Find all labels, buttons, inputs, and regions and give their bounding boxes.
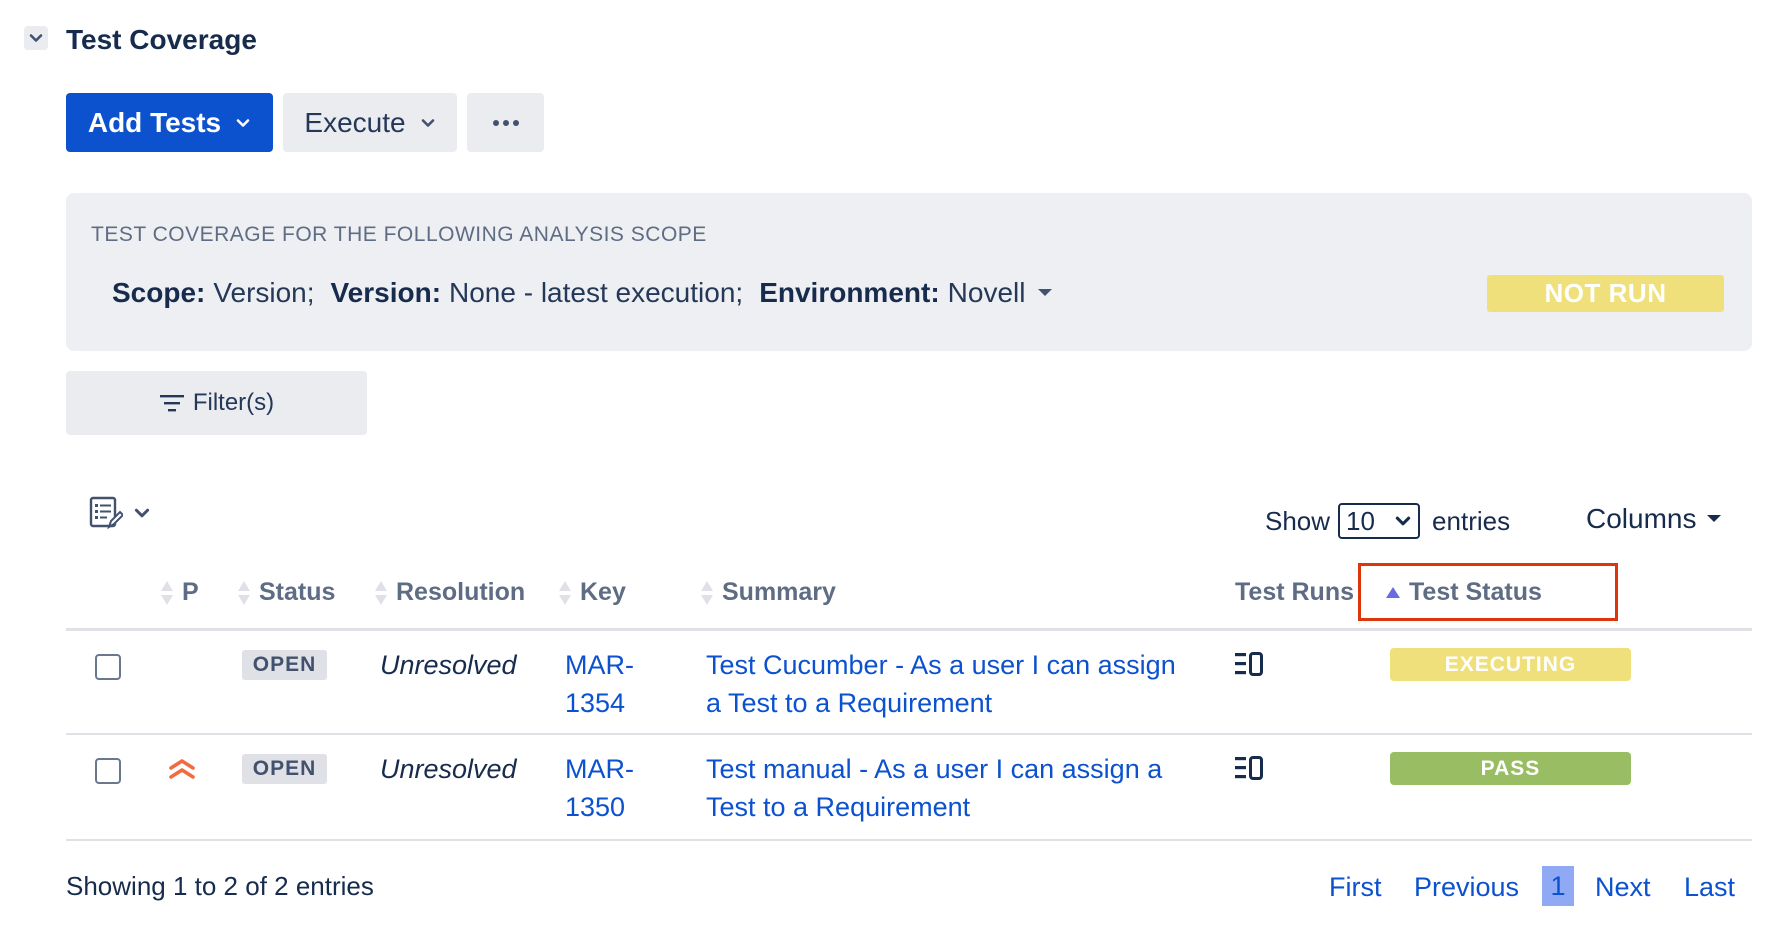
- filters-button[interactable]: Filter(s): [66, 371, 367, 435]
- summary-link[interactable]: Test Cucumber - As a user I can assign a…: [706, 646, 1176, 722]
- issue-status-lozenge: OPEN: [242, 754, 327, 784]
- highlight-box: [1358, 563, 1618, 621]
- highest-priority-icon: [168, 757, 196, 786]
- row-select-checkbox[interactable]: [95, 654, 121, 680]
- showing-entries-info: Showing 1 to 2 of 2 entries: [66, 871, 374, 901]
- collapse-section-button[interactable]: [24, 26, 48, 50]
- pagination-last[interactable]: Last: [1684, 872, 1735, 903]
- page-size-control: Show 10 entries: [1265, 503, 1510, 539]
- chevron-down-icon: [133, 504, 151, 522]
- chevron-down-icon: [420, 115, 436, 131]
- environment-value: Novell: [947, 277, 1026, 308]
- filter-icon: [159, 393, 185, 413]
- column-header-summary-label: Summary: [722, 578, 836, 606]
- test-runs-icon: [1234, 651, 1264, 677]
- scope-caption: TEST COVERAGE FOR THE FOLLOWING ANALYSIS…: [91, 223, 707, 246]
- columns-button[interactable]: Columns: [1586, 503, 1722, 535]
- chevron-down-icon: [28, 30, 44, 46]
- column-header-status-label: Status: [259, 578, 336, 606]
- view-mode-toggle[interactable]: [89, 496, 151, 530]
- column-header-summary[interactable]: Summary: [700, 578, 836, 607]
- page-size-value: 10: [1346, 505, 1375, 536]
- summary-line1: Test Cucumber - As a user I can assign: [706, 650, 1176, 680]
- version-key: Version:: [330, 277, 442, 308]
- summary-link[interactable]: Test manual - As a user I can assign a T…: [706, 750, 1162, 826]
- scope-summary: Scope: Version; Version: None - latest e…: [112, 277, 1053, 309]
- header-divider: [66, 628, 1752, 631]
- show-label: Show: [1265, 505, 1331, 536]
- filters-label: Filter(s): [192, 389, 275, 416]
- row-divider: [66, 733, 1752, 735]
- environment-dropdown[interactable]: Novell: [948, 277, 1054, 309]
- test-status-bar: EXECUTING: [1390, 648, 1631, 681]
- row-divider: [66, 839, 1752, 841]
- scope-value: Version;: [213, 277, 315, 308]
- issue-key-line2: 1354: [565, 688, 626, 718]
- test-runs-icon: [1234, 755, 1264, 781]
- sort-icon: [237, 580, 251, 606]
- row-select-checkbox[interactable]: [95, 758, 121, 784]
- test-status-bar: PASS: [1390, 752, 1631, 785]
- column-header-test-runs: Test Runs: [1235, 578, 1354, 607]
- list-view-icon: [89, 496, 123, 530]
- issue-key-line1: MAR-: [565, 754, 634, 784]
- sort-icon: [700, 580, 714, 606]
- test-runs-button[interactable]: [1234, 651, 1264, 682]
- environment-key: Environment:: [759, 277, 940, 308]
- column-header-test-runs-label: Test Runs: [1235, 578, 1354, 606]
- issue-key-link[interactable]: MAR- 1354: [565, 646, 634, 722]
- sort-icon: [558, 580, 572, 606]
- sort-icon: [160, 580, 174, 606]
- analysis-scope-panel: [66, 193, 1752, 351]
- column-header-status[interactable]: Status: [237, 578, 335, 607]
- column-header-key[interactable]: Key: [558, 578, 626, 607]
- summary-line1: Test manual - As a user I can assign a: [706, 754, 1163, 784]
- resolution-text: Unresolved: [380, 754, 517, 784]
- add-tests-button[interactable]: Add Tests: [66, 93, 273, 152]
- execute-label: Execute: [304, 106, 406, 138]
- page-size-select[interactable]: 10: [1338, 503, 1421, 539]
- column-header-priority-label: P: [182, 578, 199, 606]
- column-header-resolution-label: Resolution: [396, 578, 526, 606]
- column-header-priority[interactable]: P: [160, 578, 199, 607]
- entries-label: entries: [1432, 505, 1511, 536]
- summary-line2: Test to a Requirement: [706, 792, 971, 822]
- issue-status-lozenge: OPEN: [242, 650, 327, 680]
- add-tests-label: Add Tests: [87, 106, 222, 138]
- pagination-current-page[interactable]: 1: [1542, 866, 1574, 906]
- issue-key-line2: 1350: [565, 792, 626, 822]
- more-dots-icon: [492, 119, 520, 127]
- more-actions-button[interactable]: [467, 93, 544, 152]
- issue-key-line1: MAR-: [565, 650, 634, 680]
- chevron-down-icon: [1394, 512, 1412, 530]
- chevron-down-icon: [235, 115, 251, 131]
- pagination-previous[interactable]: Previous: [1414, 872, 1519, 903]
- caret-down-icon: [1706, 514, 1722, 524]
- pagination-first[interactable]: First: [1329, 872, 1381, 903]
- summary-line2: a Test to a Requirement: [706, 688, 993, 718]
- resolution-text: Unresolved: [380, 650, 517, 680]
- columns-label: Columns: [1586, 503, 1697, 534]
- test-runs-button[interactable]: [1234, 755, 1264, 786]
- sort-icon: [374, 580, 388, 606]
- execute-button[interactable]: Execute: [283, 93, 457, 152]
- scope-key: Scope:: [112, 277, 206, 308]
- caret-down-icon: [1037, 288, 1053, 298]
- pagination-next[interactable]: Next: [1595, 872, 1651, 903]
- overall-status-badge: NOT RUN: [1487, 275, 1724, 312]
- column-header-resolution[interactable]: Resolution: [374, 578, 525, 607]
- issue-key-link[interactable]: MAR- 1350: [565, 750, 634, 826]
- column-header-key-label: Key: [580, 578, 626, 606]
- section-title: Test Coverage: [66, 24, 257, 55]
- version-value: None - latest execution;: [449, 277, 744, 308]
